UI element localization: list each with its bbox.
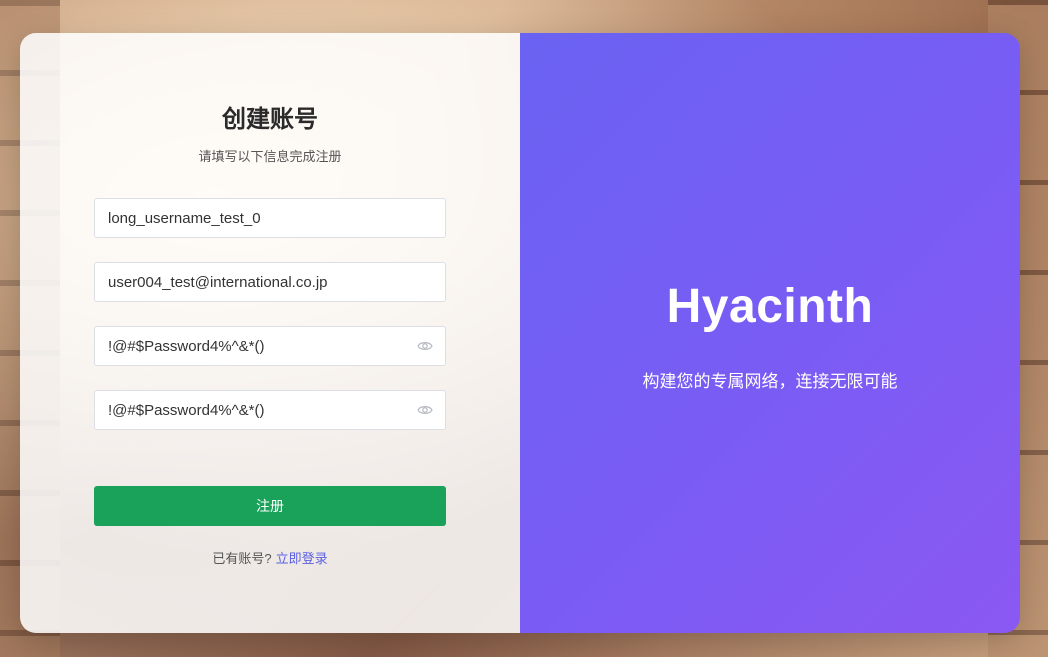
page-title: 创建账号 xyxy=(222,106,318,133)
email-input[interactable] xyxy=(95,263,445,301)
brand-name: Hyacinth xyxy=(666,280,874,333)
register-button[interactable]: 注册 xyxy=(94,486,446,526)
page-subtitle: 请填写以下信息完成注册 xyxy=(198,149,342,164)
eye-icon[interactable] xyxy=(417,340,433,352)
brand-tagline: 构建您的专属网络，连接无限可能 xyxy=(642,372,898,391)
login-link[interactable]: 立即登录 xyxy=(276,551,328,566)
password-input[interactable] xyxy=(95,327,445,365)
password-field xyxy=(94,326,446,366)
eye-icon[interactable] xyxy=(417,404,433,416)
confirm-password-field xyxy=(94,390,446,430)
login-prompt: 已有账号? 立即登录 xyxy=(20,548,520,567)
register-card: 创建账号 请填写以下信息完成注册 注册 已有账号? 立即登录 xyxy=(20,33,1020,633)
have-account-text: 已有账号? xyxy=(212,551,272,566)
username-input[interactable] xyxy=(95,199,445,237)
username-field xyxy=(94,198,446,238)
register-form-panel: 创建账号 请填写以下信息完成注册 注册 已有账号? 立即登录 xyxy=(20,33,520,633)
email-field xyxy=(94,262,446,302)
brand-panel: Hyacinth 构建您的专属网络，连接无限可能 xyxy=(520,33,1020,633)
confirm-password-input[interactable] xyxy=(95,391,445,429)
